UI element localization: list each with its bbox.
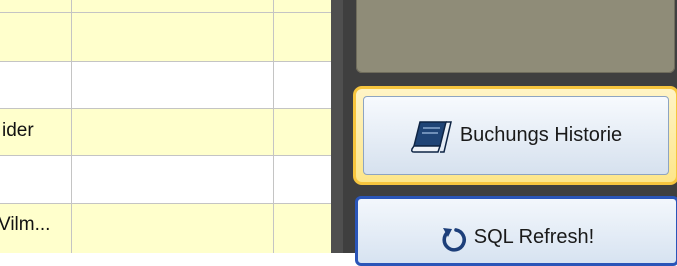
column-divider <box>71 0 72 253</box>
book-icon <box>410 118 454 154</box>
row-divider <box>0 12 331 13</box>
table-row[interactable]: ider <box>0 109 331 155</box>
panel-splitter[interactable] <box>331 0 343 253</box>
table-row[interactable] <box>0 62 331 109</box>
data-grid: ider Vilm... <box>0 0 331 253</box>
row-divider <box>0 108 331 109</box>
sql-refresh-button[interactable]: SQL Refresh! <box>355 196 677 266</box>
row-divider <box>0 61 331 62</box>
table-cell[interactable]: ider <box>2 109 70 155</box>
refresh-icon <box>440 226 468 254</box>
row-divider <box>0 155 331 156</box>
table-cell[interactable] <box>2 62 70 109</box>
booking-history-button-face: Buchungs Historie <box>363 96 669 175</box>
booking-history-label: Buchungs Historie <box>459 124 623 146</box>
sql-refresh-label: SQL Refresh! <box>473 226 595 248</box>
table-row[interactable] <box>0 155 331 203</box>
column-divider <box>273 0 274 253</box>
table-cell[interactable]: Vilm... <box>0 203 70 253</box>
row-divider <box>0 203 331 204</box>
table-cell[interactable] <box>2 17 70 62</box>
side-panel: Buchungs Historie SQL Refresh! <box>343 0 677 266</box>
table-row[interactable] <box>0 0 331 62</box>
info-box <box>356 0 675 73</box>
table-cell[interactable] <box>2 155 70 203</box>
table-row[interactable]: Vilm... <box>0 203 331 253</box>
booking-history-button[interactable]: Buchungs Historie <box>353 86 677 185</box>
